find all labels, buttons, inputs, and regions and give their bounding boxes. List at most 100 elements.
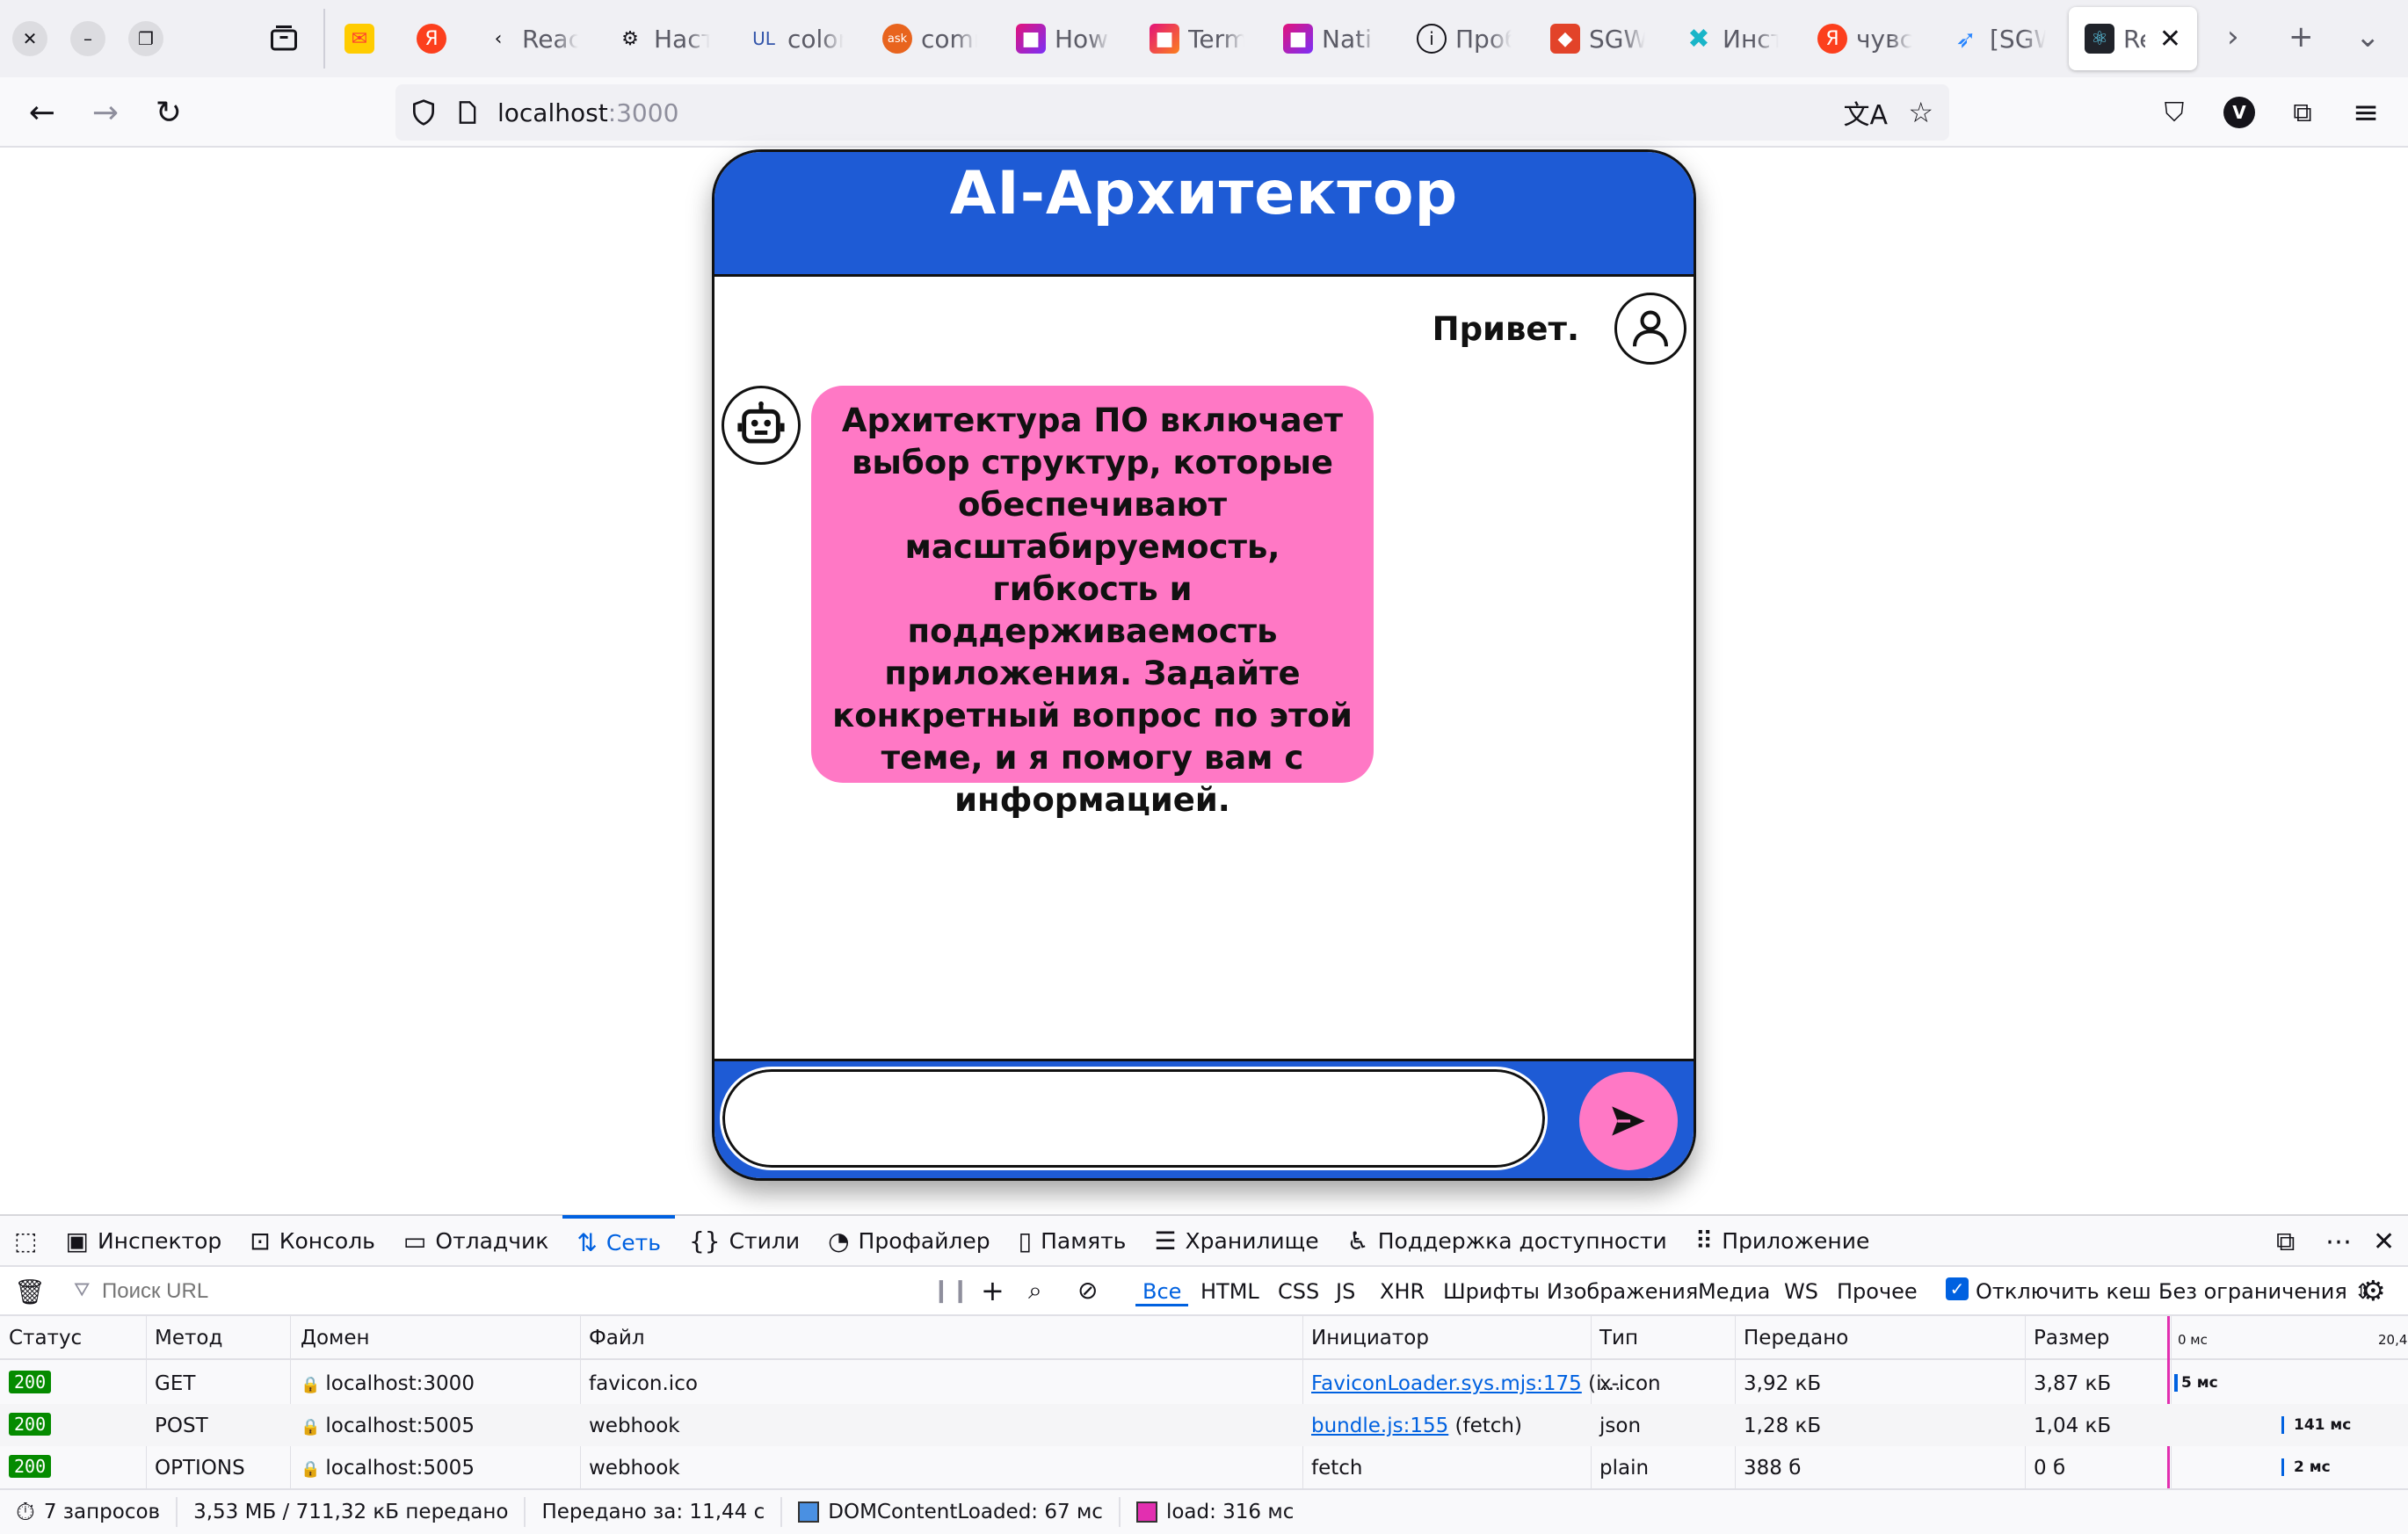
- col-method[interactable]: Метод: [155, 1327, 222, 1349]
- initiator-link[interactable]: FaviconLoader.sys.mjs:175: [1311, 1372, 1582, 1395]
- waterfall-bar: [2281, 1416, 2284, 1434]
- close-tab-icon[interactable]: ✕: [2159, 24, 2181, 54]
- tab-confluence[interactable]: ✖ Инст: [1684, 7, 1779, 70]
- tab-react[interactable]: ‹ Reac: [483, 7, 578, 70]
- send-button[interactable]: [1579, 1072, 1678, 1170]
- tab-yandex[interactable]: Я: [417, 7, 446, 70]
- filter-xhr[interactable]: XHR: [1380, 1279, 1425, 1304]
- tab-jetbrains-term[interactable]: ■ Term: [1150, 7, 1244, 70]
- clear-trash-icon[interactable]: 🗑: [14, 1277, 46, 1306]
- table-row[interactable]: 200 POST 🔒 localhost:5005 webhook bundle.…: [0, 1404, 2408, 1446]
- request-transferred: 1,28 кБ: [1744, 1415, 1822, 1437]
- tab-styles[interactable]: {} Стили: [675, 1215, 814, 1266]
- filter-all[interactable]: Все: [1135, 1279, 1189, 1306]
- message-input[interactable]: [720, 1067, 1548, 1170]
- network-settings-gear-icon[interactable]: ⚙: [2361, 1274, 2386, 1307]
- tab-react-app-active[interactable]: ⚛Re✕: [2069, 7, 2197, 70]
- tab-settings[interactable]: ⚙ Наст: [615, 7, 710, 70]
- table-row[interactable]: 200 GET 🔒 localhost:3000 favicon.ico Favi…: [0, 1362, 2408, 1404]
- tab-memory[interactable]: ▯ Память: [1005, 1215, 1141, 1266]
- tab-color[interactable]: UL color: [749, 7, 844, 70]
- element-picker-button[interactable]: ⬚: [0, 1215, 51, 1266]
- info-icon: i: [1417, 24, 1447, 54]
- menu-icon[interactable]: ≡: [2345, 91, 2387, 134]
- pocket-icon[interactable]: ⛉: [2153, 91, 2195, 134]
- waterfall-timing: 5 мс: [2181, 1374, 2218, 1392]
- table-row[interactable]: 200 OPTIONS 🔒 localhost:5005 webhook fetc…: [0, 1446, 2408, 1488]
- list-all-tabs-icon[interactable]: ⌄: [2355, 19, 2381, 54]
- add-request-icon[interactable]: +: [981, 1274, 1005, 1307]
- request-transferred: 388 б: [1744, 1457, 1802, 1480]
- col-status[interactable]: Статус: [9, 1327, 82, 1349]
- tab-ask[interactable]: askcomr: [882, 7, 977, 70]
- extensions-icon[interactable]: ⧉: [2281, 91, 2324, 134]
- new-tab-icon[interactable]: +: [2288, 19, 2314, 54]
- inspector-icon: ▣: [65, 1226, 89, 1255]
- tab-debugger[interactable]: ▭ Отладчик: [389, 1215, 562, 1266]
- tab-profiler[interactable]: ◔ Профайлер: [814, 1215, 1005, 1266]
- console-icon: ⊡: [250, 1226, 271, 1255]
- request-file: webhook: [589, 1415, 680, 1437]
- more-options-icon[interactable]: ⋯: [2325, 1226, 2352, 1257]
- tab-network[interactable]: ⇅ Сеть: [562, 1215, 675, 1266]
- col-size[interactable]: Размер: [2034, 1327, 2109, 1349]
- chat-header: AI-Архитектор: [714, 152, 1694, 277]
- filter-html[interactable]: HTML: [1200, 1279, 1259, 1304]
- translate-icon[interactable]: 文A: [1843, 93, 1888, 132]
- filter-fonts[interactable]: Шрифты: [1443, 1279, 1540, 1304]
- dock-side-icon[interactable]: ⧉: [2276, 1226, 2295, 1257]
- request-domain: localhost:5005: [325, 1457, 475, 1480]
- storage-icon: ☰: [1154, 1226, 1177, 1255]
- scroll-tabs-right-icon[interactable]: ›: [2227, 19, 2239, 54]
- gitlab-icon: ◆: [1550, 24, 1580, 54]
- tab-inspector[interactable]: ▣ Инспектор: [51, 1215, 236, 1266]
- tab-storage[interactable]: ☰ Хранилище: [1140, 1215, 1332, 1266]
- col-type[interactable]: Тип: [1599, 1327, 1638, 1349]
- url-filter-input[interactable]: [70, 1274, 905, 1309]
- user-message: Привет.: [1432, 310, 1579, 348]
- tab-console[interactable]: ⊡ Консоль: [236, 1215, 389, 1266]
- close-devtools-icon[interactable]: ✕: [2373, 1226, 2395, 1257]
- block-icon[interactable]: ⊘: [1077, 1276, 1098, 1305]
- request-method: GET: [155, 1372, 196, 1395]
- filter-css[interactable]: CSS: [1278, 1279, 1319, 1304]
- address-bar[interactable]: localhost:3000 文A ☆: [395, 84, 1949, 141]
- shield-icon[interactable]: [410, 98, 438, 127]
- mail-icon: ✉: [345, 24, 374, 54]
- minimize-window-button[interactable]: –: [70, 21, 105, 56]
- page-icon[interactable]: [455, 100, 480, 125]
- col-file[interactable]: Файл: [589, 1327, 645, 1349]
- close-window-button[interactable]: ✕: [12, 21, 47, 56]
- col-initiator[interactable]: Инициатор: [1311, 1327, 1429, 1349]
- throttling-select[interactable]: Без ограничения ⇕: [2158, 1279, 2372, 1304]
- filter-images[interactable]: Изображения: [1547, 1279, 1698, 1304]
- tab-accessibility[interactable]: ♿ Поддержка доступности: [1333, 1215, 1681, 1266]
- filter-js[interactable]: JS: [1336, 1279, 1355, 1304]
- back-button[interactable]: ←: [21, 91, 63, 134]
- filter-ws[interactable]: WS: [1784, 1279, 1818, 1304]
- search-icon[interactable]: ⌕: [1028, 1276, 1042, 1306]
- bookmark-star-icon[interactable]: ☆: [1908, 96, 1933, 129]
- tab-gitlab[interactable]: ◆ SGW: [1550, 7, 1645, 70]
- tab-info[interactable]: iПроб: [1417, 7, 1512, 70]
- initiator-detail: fetch: [1311, 1457, 1363, 1480]
- tab-jetbrains-nati[interactable]: ■ Nati: [1283, 7, 1378, 70]
- tab-yandex-2[interactable]: Ячувс: [1817, 7, 1912, 70]
- forward-button[interactable]: →: [84, 91, 127, 134]
- tab-mail[interactable]: ✉: [345, 7, 374, 70]
- request-method: POST: [155, 1415, 208, 1437]
- initiator-link[interactable]: bundle.js:155: [1311, 1415, 1448, 1437]
- profile-avatar[interactable]: V: [2218, 91, 2260, 134]
- restore-window-button[interactable]: ❐: [128, 21, 163, 56]
- tab-jira[interactable]: ➶[SGW: [1951, 7, 2046, 70]
- disable-cache-checkbox[interactable]: ✓: [1946, 1277, 1969, 1300]
- tab-overview-icon[interactable]: [268, 23, 300, 54]
- col-domain[interactable]: Домен: [301, 1327, 370, 1349]
- col-transferred[interactable]: Передано: [1744, 1327, 1848, 1349]
- pause-icon[interactable]: ❙❙: [932, 1277, 970, 1304]
- tab-application[interactable]: ⠿ Приложение: [1681, 1215, 1884, 1266]
- filter-media[interactable]: Медиа: [1698, 1279, 1770, 1304]
- tab-jetbrains-how[interactable]: ■ How: [1016, 7, 1111, 70]
- filter-other[interactable]: Прочее: [1837, 1279, 1918, 1304]
- reload-button[interactable]: ↻: [148, 91, 190, 134]
